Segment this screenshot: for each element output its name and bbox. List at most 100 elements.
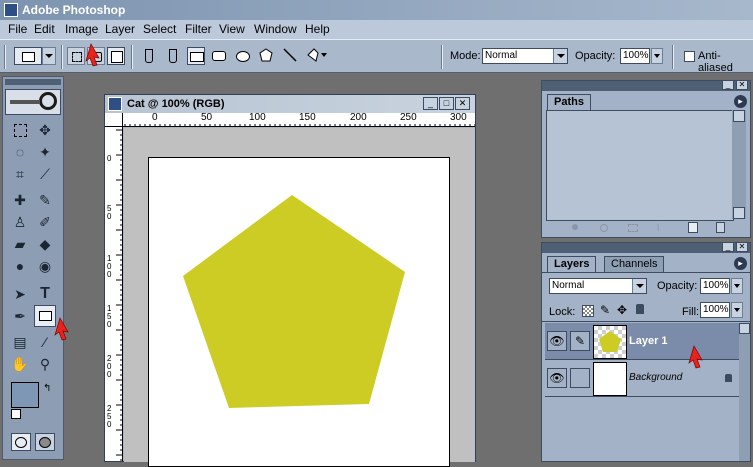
zoom-tool-icon[interactable]: ⚲	[34, 353, 56, 375]
eyedropper-icon[interactable]: ⁄	[34, 331, 56, 353]
blur-tool-icon[interactable]: ●	[9, 255, 31, 277]
tab-channels[interactable]: Channels	[604, 256, 665, 272]
lasso-tool-icon[interactable]: ◌	[9, 141, 31, 163]
brush-tool-icon[interactable]: ✎	[34, 189, 56, 211]
adobe-online-logo[interactable]	[5, 89, 61, 115]
layer-row-layer-1[interactable]: 👁 ✎ Layer 1	[545, 323, 739, 360]
scroll-up-button[interactable]	[733, 110, 745, 122]
pen-tool-icon[interactable]	[139, 47, 157, 65]
tool-preset-picker[interactable]	[14, 47, 42, 65]
freeform-pen-icon[interactable]	[163, 47, 181, 65]
panel-minimize-button[interactable]: _	[722, 242, 734, 252]
polygon-icon[interactable]	[258, 47, 276, 65]
line-icon[interactable]	[282, 47, 300, 65]
anti-aliased-checkbox[interactable]	[684, 51, 695, 62]
quick-mask-button[interactable]	[35, 433, 55, 451]
menu-select[interactable]: Select	[143, 22, 176, 36]
divider	[542, 321, 750, 322]
fill-path-icon[interactable]	[572, 224, 578, 230]
lock-image-icon[interactable]: ✎	[600, 303, 610, 317]
lock-transparency-icon[interactable]	[582, 305, 594, 317]
eraser-tool-icon[interactable]: ▰	[9, 233, 31, 255]
toolbox-grip	[5, 79, 61, 85]
mode-select[interactable]: Normal	[482, 48, 568, 64]
pentagon-shape[interactable]	[183, 195, 405, 408]
rectangle-tool-icon[interactable]	[34, 305, 56, 327]
minimize-button[interactable]: _	[423, 97, 438, 110]
make-work-path-icon[interactable]: ⌇	[656, 223, 660, 234]
blend-mode-select[interactable]: Normal	[549, 278, 647, 294]
history-brush-icon[interactable]: ✐	[34, 211, 56, 233]
ruler-label: 5 0	[107, 204, 114, 221]
menu-image[interactable]: Image	[65, 22, 98, 36]
menu-window[interactable]: Window	[254, 22, 297, 36]
paths-scrollbar[interactable]	[732, 110, 746, 219]
dodge-tool-icon[interactable]: ◉	[34, 255, 56, 277]
path-selection-icon[interactable]: ➤	[9, 283, 31, 305]
panel-close-button[interactable]: ✕	[736, 242, 748, 252]
opacity-slider-button[interactable]	[651, 48, 663, 64]
marquee-tool-icon[interactable]	[9, 119, 31, 141]
type-tool-icon[interactable]: T	[34, 283, 56, 305]
tab-paths[interactable]: Paths	[547, 94, 591, 110]
rounded-rectangle-icon[interactable]	[210, 47, 228, 65]
hand-tool-icon[interactable]: ✋	[9, 353, 31, 375]
default-colors-icon[interactable]	[11, 409, 21, 419]
menu-help[interactable]: Help	[305, 22, 330, 36]
crop-tool-icon[interactable]: ⌗	[9, 163, 31, 185]
shape-layers-button[interactable]	[67, 47, 85, 65]
menu-layer[interactable]: Layer	[105, 22, 135, 36]
opacity-field[interactable]: 100%	[620, 48, 650, 64]
menu-filter[interactable]: Filter	[185, 22, 212, 36]
custom-shape-icon[interactable]	[306, 47, 328, 65]
tab-layers[interactable]: Layers	[547, 256, 597, 272]
move-tool-icon[interactable]: ✥	[34, 119, 56, 141]
panel-menu-icon[interactable]: ▸	[734, 257, 747, 270]
maximize-button[interactable]: □	[439, 97, 454, 110]
rectangle-shape-button[interactable]	[187, 47, 205, 65]
eye-icon[interactable]: 👁	[547, 368, 567, 388]
clone-stamp-icon[interactable]: ♙	[9, 211, 31, 233]
notes-tool-icon[interactable]: ▤	[9, 331, 31, 353]
menu-file[interactable]: File	[8, 22, 27, 36]
close-button[interactable]: ✕	[455, 97, 470, 110]
layer-link-slot[interactable]	[570, 368, 590, 388]
layers-scrollbar[interactable]	[739, 323, 750, 461]
healing-brush-icon[interactable]: ✚	[9, 189, 31, 211]
brush-link-icon[interactable]: ✎	[570, 331, 590, 351]
lock-position-icon[interactable]: ✥	[617, 303, 627, 317]
panel-menu-icon[interactable]: ▸	[734, 95, 747, 108]
paint-bucket-icon[interactable]: ◆	[34, 233, 56, 255]
tool-preset-dropdown[interactable]	[42, 47, 56, 65]
panel-minimize-button[interactable]: _	[722, 80, 734, 90]
new-path-icon[interactable]	[688, 222, 698, 233]
panel-close-button[interactable]: ✕	[736, 80, 748, 90]
scroll-up-button[interactable]	[739, 323, 750, 334]
fill-slider-button[interactable]	[731, 302, 743, 318]
slice-tool-icon[interactable]: ⟋	[34, 163, 56, 185]
swap-colors-icon[interactable]: ↰	[43, 383, 51, 394]
eye-icon[interactable]: 👁	[547, 331, 567, 351]
menu-edit[interactable]: Edit	[34, 22, 55, 36]
canvas-area[interactable]	[124, 128, 475, 467]
foreground-color-swatch[interactable]	[11, 382, 39, 408]
ruler-origin[interactable]	[105, 113, 123, 127]
layer-row-background[interactable]: 👁 Background	[545, 360, 739, 397]
pen-tool-icon[interactable]: ✒	[9, 305, 31, 327]
document-title-bar[interactable]: Cat @ 100% (RGB) _ □ ✕	[105, 95, 475, 113]
trash-icon[interactable]	[716, 222, 725, 233]
opacity-slider-button[interactable]	[731, 278, 743, 294]
standard-mode-button[interactable]	[11, 433, 31, 451]
menu-view[interactable]: View	[219, 22, 245, 36]
fill-field[interactable]: 100%	[700, 302, 730, 318]
ellipse-icon[interactable]	[234, 47, 252, 65]
document-canvas[interactable]	[148, 157, 450, 467]
scroll-down-button[interactable]	[733, 207, 745, 219]
load-selection-icon[interactable]	[628, 224, 638, 232]
fill-pixels-button[interactable]	[107, 47, 125, 65]
paths-button[interactable]	[87, 47, 105, 65]
lock-all-icon[interactable]	[636, 304, 644, 314]
magic-wand-icon[interactable]: ✦	[34, 141, 56, 163]
layer-opacity-field[interactable]: 100%	[700, 278, 730, 294]
stroke-path-icon[interactable]	[600, 224, 608, 232]
